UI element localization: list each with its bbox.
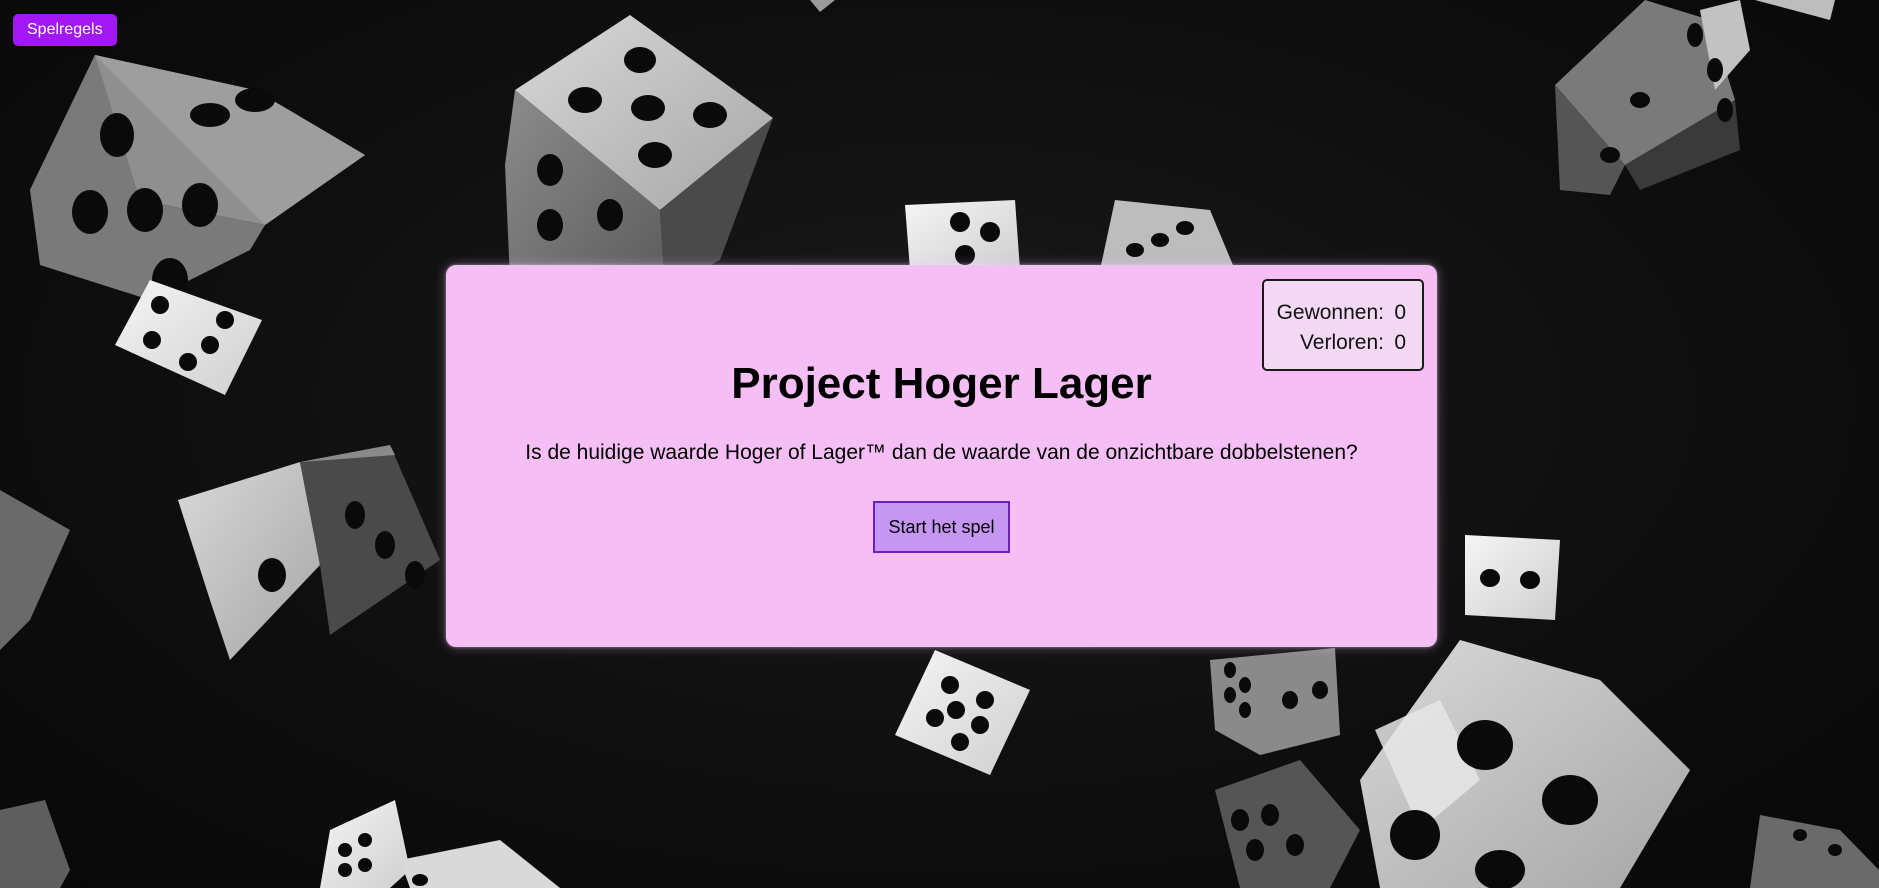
die-decoration: [1465, 535, 1560, 620]
die-decoration: [905, 200, 1235, 270]
die-decoration: [115, 280, 262, 395]
lost-label: Verloren:: [1299, 331, 1384, 354]
game-panel: Gewonnen: 0 Verloren: 0 Project Hoger La…: [446, 265, 1437, 647]
game-question: Is de huidige waarde Hoger of Lager™ dan…: [525, 441, 1358, 464]
rules-button[interactable]: Spelregels: [13, 14, 117, 46]
die-decoration: [505, 15, 773, 290]
start-game-button[interactable]: Start het spel: [873, 501, 1010, 553]
die-decoration: [1210, 640, 1879, 888]
page-title: Project Hoger Lager: [731, 359, 1152, 408]
won-value: 0: [1394, 301, 1406, 324]
die-decoration: [895, 650, 1030, 775]
game-screen: Spelregels Gewonnen: 0 Verloren: 0 Proje…: [0, 0, 1879, 888]
lost-value: 0: [1394, 331, 1406, 354]
lost-score: Verloren: 0: [1300, 331, 1406, 355]
won-score: Gewonnen: 0: [1277, 301, 1406, 325]
die-decoration: [0, 800, 560, 888]
score-box: Gewonnen: 0 Verloren: 0: [1262, 279, 1424, 371]
die-decoration: [0, 445, 440, 660]
won-label: Gewonnen:: [1276, 301, 1384, 324]
die-decoration: [810, 0, 1835, 195]
die-decoration: [30, 55, 365, 302]
